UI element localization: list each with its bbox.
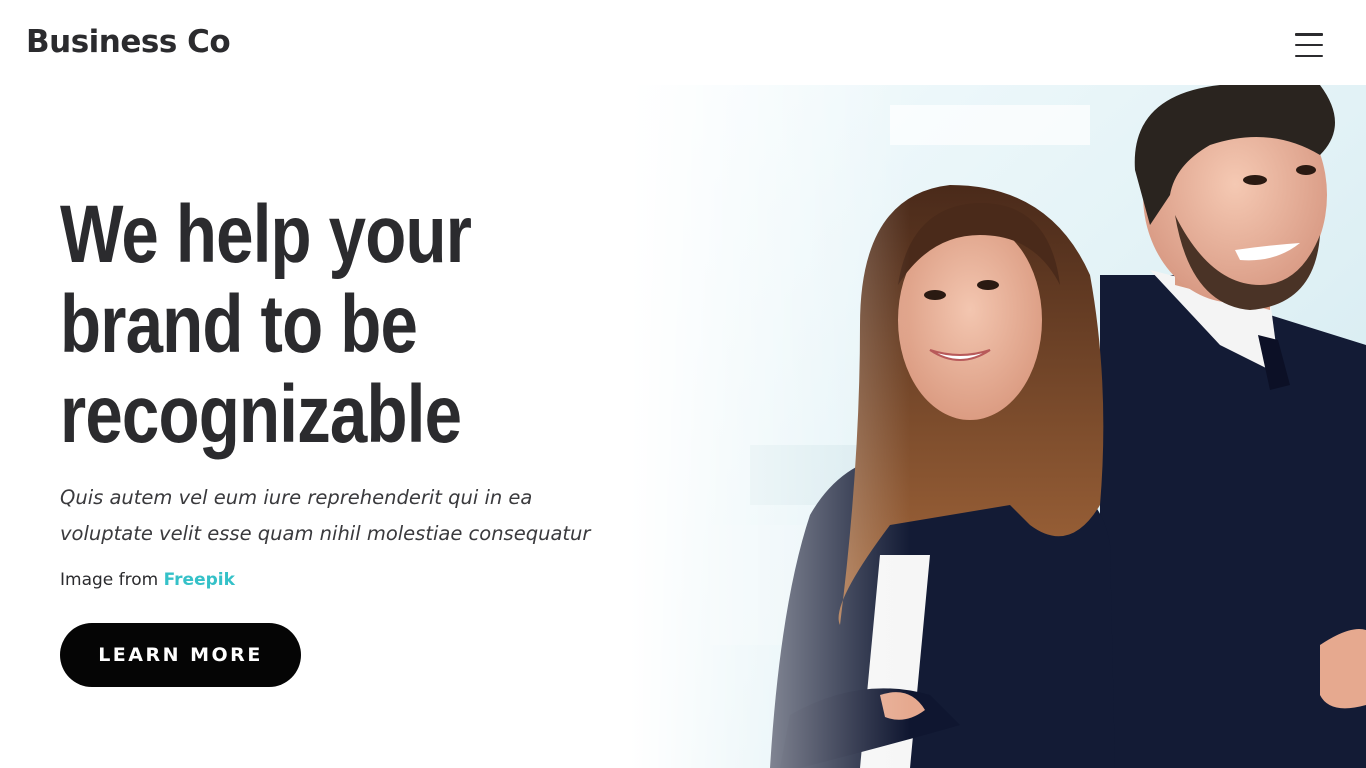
site-header: Business Co [0,0,1366,85]
hero-section: We help your brand to be recognizable Qu… [60,190,620,687]
brand-logo[interactable]: Business Co [26,24,231,60]
hero-lead-text: Quis autem vel eum iure reprehenderit qu… [60,486,591,545]
headline-line: brand to be [60,279,418,370]
image-credit: Image from Freepik [60,570,620,590]
menu-bar [1295,43,1323,47]
learn-more-button[interactable]: LEARN MORE [60,623,301,687]
headline-line: We help your [60,189,472,280]
credit-prefix: Image from [60,570,159,590]
menu-bar [1295,33,1323,36]
hero-photo [630,85,1366,768]
menu-bar [1295,54,1323,57]
headline-line: recognizable [60,369,462,460]
freepik-link[interactable]: Freepik [164,570,235,590]
hero-headline: We help your brand to be recognizable [60,190,601,460]
hamburger-menu-icon[interactable] [1292,30,1326,60]
